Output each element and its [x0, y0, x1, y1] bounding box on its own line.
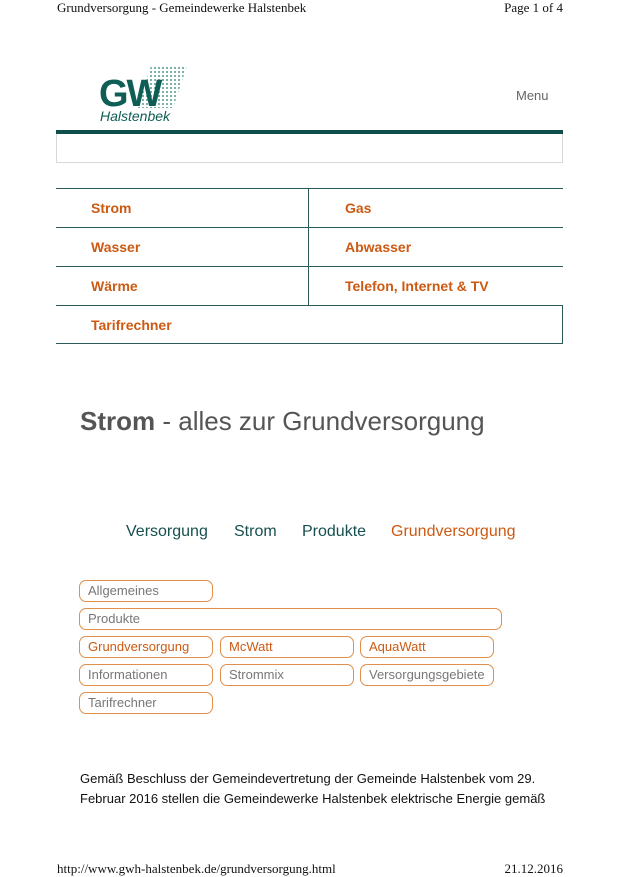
breadcrumb-item-grundversorgung[interactable]: Grundversorgung: [391, 523, 516, 541]
nav-item-gas[interactable]: Gas: [345, 189, 371, 227]
nav-row: Wärme Telefon, Internet & TV: [56, 266, 563, 305]
nav-item-abwasser[interactable]: Abwasser: [345, 228, 411, 266]
print-footer: http://www.gwh-halstenbek.de/grundversor…: [0, 861, 620, 877]
print-page-number: Page 1 of 4: [504, 0, 563, 15]
page-title-rest: - alles zur Grundversorgung: [155, 406, 485, 436]
breadcrumb-item-strom[interactable]: Strom: [234, 523, 277, 541]
subnav-aquawatt[interactable]: AquaWatt: [360, 636, 494, 658]
nav-item-strom[interactable]: Strom: [91, 189, 131, 227]
page-title: Strom - alles zur Grundversorgung: [80, 406, 485, 437]
content-line: Februar 2016 stellen die Gemeindewerke H…: [80, 791, 546, 806]
main-navigation: Strom Gas Wasser Abwasser Wärme Telefon,…: [56, 188, 563, 344]
logo-subtitle: Halstenbek: [100, 108, 171, 124]
content-paragraph: Gemäß Beschluss der Gemeindevertretung d…: [80, 769, 550, 809]
breadcrumb-item-produkte[interactable]: Produkte: [302, 523, 366, 541]
subnav-informationen[interactable]: Informationen: [79, 664, 213, 686]
subnav-allgemeines[interactable]: Allgemeines: [79, 580, 213, 602]
breadcrumb: Versorgung Strom Produkte Grundversorgun…: [0, 523, 620, 545]
gw-halstenbek-logo[interactable]: GW Halstenbek: [99, 66, 194, 124]
nav-row: Strom Gas: [56, 188, 563, 227]
page-title-bold: Strom: [80, 406, 156, 436]
subnav-produkte[interactable]: Produkte: [79, 608, 502, 630]
nav-item-wasser[interactable]: Wasser: [91, 228, 140, 266]
subnav-versorgungsgebiete[interactable]: Versorgungsgebiete: [360, 664, 494, 686]
menu-button[interactable]: Menu: [516, 88, 549, 103]
subnav-mcwatt[interactable]: McWatt: [220, 636, 354, 658]
print-page-title: Grundversorgung - Gemeindewerke Halstenb…: [57, 0, 307, 15]
subnav-tarifrechner[interactable]: Tarifrechner: [79, 692, 213, 714]
print-date: 21.12.2016: [504, 861, 564, 876]
nav-row: Wasser Abwasser: [56, 227, 563, 266]
nav-divider: [308, 267, 309, 305]
nav-item-telefon-internet-tv[interactable]: Telefon, Internet & TV: [345, 267, 489, 305]
nav-item-waerme[interactable]: Wärme: [91, 267, 138, 305]
nav-item-tarifrechner[interactable]: Tarifrechner: [91, 306, 172, 344]
nav-divider: [308, 228, 309, 266]
print-header: Grundversorgung - Gemeindewerke Halstenb…: [0, 0, 620, 18]
search-input[interactable]: [56, 134, 563, 163]
nav-row: Tarifrechner: [56, 305, 563, 344]
subnav-grundversorgung[interactable]: Grundversorgung: [79, 636, 213, 658]
print-url: http://www.gwh-halstenbek.de/grundversor…: [57, 861, 336, 876]
breadcrumb-item-versorgung[interactable]: Versorgung: [126, 523, 208, 541]
content-line: Gemäß Beschluss der Gemeindevertretung d…: [80, 771, 536, 786]
nav-divider: [308, 189, 309, 227]
subnav-strommix[interactable]: Strommix: [220, 664, 354, 686]
